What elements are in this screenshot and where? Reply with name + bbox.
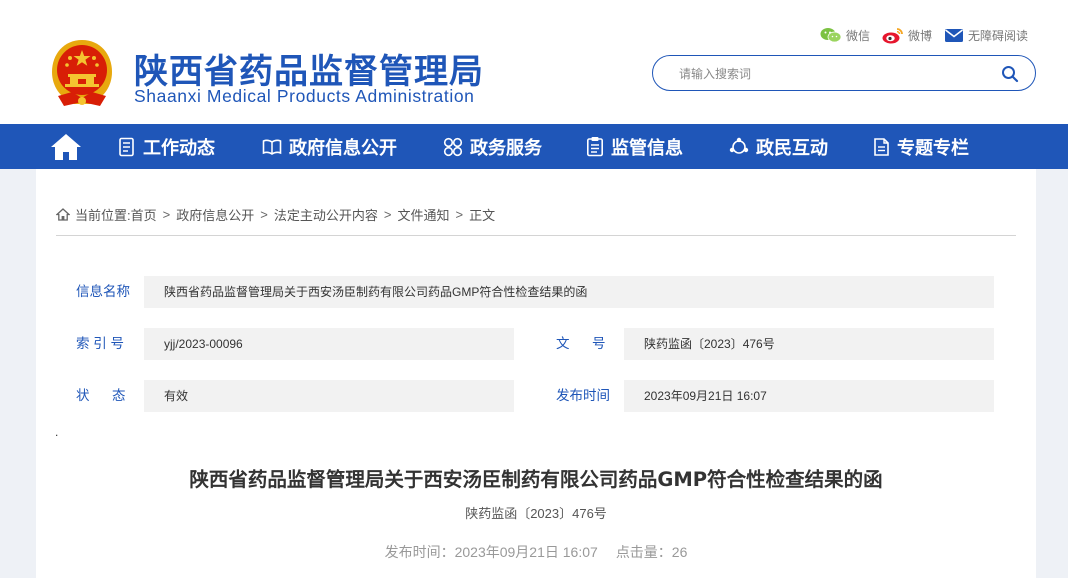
- breadcrumb-separator: >: [383, 206, 392, 222]
- wechat-link[interactable]: 微信: [820, 27, 870, 44]
- status-label: 状 态: [76, 388, 126, 403]
- folder-document-icon: [874, 137, 889, 156]
- breadcrumb-divider: [56, 235, 1016, 236]
- article-publish-info: 发布时间：2023年09月21日 16:07 点击量：26: [36, 542, 1036, 562]
- accessibility-label: 无障碍阅读: [968, 28, 1029, 43]
- nav-item-supervision[interactable]: 监管信息: [586, 124, 683, 169]
- site-subtitle: Shaanxi Medical Products Administration: [134, 86, 475, 106]
- search-input[interactable]: [679, 64, 979, 84]
- article-doc-number: 陕药监函〔2023〕476号: [465, 506, 607, 521]
- nav-item-interaction[interactable]: 政民互动: [729, 124, 828, 169]
- mail-icon: [945, 28, 964, 42]
- home-icon[interactable]: [50, 132, 82, 162]
- breadcrumb-prefix: 当前位置:: [75, 207, 131, 223]
- breadcrumb-notices[interactable]: 文件通知: [397, 205, 449, 224]
- nav-item-label: 专题专栏: [897, 137, 969, 159]
- search-box: [652, 55, 1036, 91]
- clipboard-icon: [586, 137, 603, 157]
- weibo-link[interactable]: 微博: [882, 27, 932, 44]
- article-view-count: 点击量：26: [615, 544, 688, 560]
- document-list-icon: [119, 137, 134, 156]
- breadcrumb-home[interactable]: 首页: [131, 205, 157, 224]
- site-header: 陕西省药品监督管理局 Shaanxi Medical Products Admi…: [0, 0, 1068, 124]
- nav-item-label: 工作动态: [143, 137, 215, 159]
- open-book-icon: [262, 139, 282, 155]
- top-links: 微信 微博 无障碍阅读: [820, 26, 1028, 44]
- chat-exchange-icon: [729, 137, 749, 154]
- nav-item-gov-services[interactable]: 政务服务: [443, 124, 542, 169]
- home-outline-icon: [56, 207, 70, 221]
- publish-time-value: 2023年09月21日 16:07: [624, 380, 994, 412]
- info-name-label: 信息名称: [76, 284, 130, 299]
- main-nav: 工作动态 政府信息公开 政务服务 监管信息 政民互动 专题专栏: [0, 124, 1068, 169]
- doc-no-value: 陕药监函〔2023〕476号: [624, 328, 994, 360]
- breadcrumb-separator: >: [260, 206, 268, 222]
- article-publish-time: 发布时间：2023年09月21日 16:07: [384, 544, 598, 560]
- nav-item-label: 政民互动: [756, 137, 828, 159]
- nav-item-gov-info[interactable]: 政府信息公开: [262, 124, 397, 169]
- breadcrumb-separator: >: [162, 206, 171, 222]
- breadcrumb-gov-info[interactable]: 政府信息公开: [176, 205, 254, 224]
- breadcrumb-separator: >: [455, 206, 464, 222]
- four-circles-icon: [443, 137, 463, 156]
- search-icon[interactable]: [1001, 65, 1019, 83]
- info-name-value: 陕西省药品监督管理局关于西安汤臣制药有限公司药品GMP符合性检查结果的函: [144, 276, 994, 308]
- breadcrumb-statutory-disclosure[interactable]: 法定主动公开内容: [274, 205, 378, 224]
- accessibility-link[interactable]: 无障碍阅读: [944, 27, 1028, 44]
- nav-item-work-news[interactable]: 工作动态: [118, 124, 215, 169]
- wechat-label: 微信: [846, 28, 871, 43]
- breadcrumb-current: 正文: [469, 207, 496, 223]
- nav-item-label: 政府信息公开: [289, 137, 397, 159]
- index-value: yjj/2023-00096: [144, 328, 514, 360]
- breadcrumb: 当前位置: 首页 > 政府信息公开 > 法定主动公开内容 > 文件通知 > 正文: [56, 205, 495, 223]
- weibo-label: 微博: [908, 28, 933, 43]
- nav-item-special-topics[interactable]: 专题专栏: [872, 124, 969, 169]
- status-value: 有效: [144, 380, 514, 412]
- article-panel: 当前位置: 首页 > 政府信息公开 > 法定主动公开内容 > 文件通知 > 正文…: [36, 169, 1036, 578]
- weibo-icon: [882, 27, 903, 43]
- publish-time-label: 发布时间: [556, 388, 610, 403]
- index-label: 索 引 号: [76, 336, 125, 351]
- nav-item-label: 政务服务: [470, 137, 542, 159]
- nav-item-label: 监管信息: [611, 137, 683, 159]
- wechat-icon: [820, 28, 842, 43]
- doc-no-label: 文 号: [556, 336, 606, 351]
- article-title: 陕西省药品监督管理局关于西安汤臣制药有限公司药品GMP符合性检查结果的函: [189, 468, 883, 491]
- stray-dot: .: [55, 425, 59, 439]
- national-emblem-icon[interactable]: [48, 38, 116, 110]
